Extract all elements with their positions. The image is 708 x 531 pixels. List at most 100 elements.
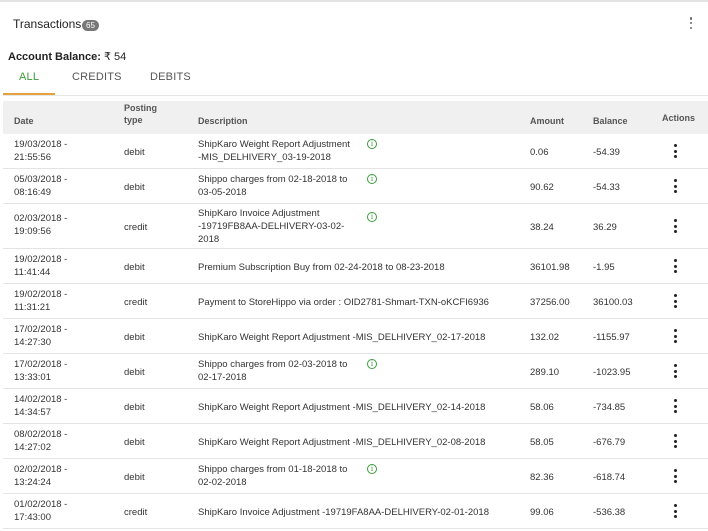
description-line: -19719FB8AA-DELHIVERY-03-02- [198,221,345,232]
info-icon[interactable]: i [367,464,377,474]
date-value: 08/02/2018 - [14,429,68,440]
date-cell: 19/02/2018 - 11:31:21 [14,288,94,314]
table-row: 19/02/2018 - 11:41:44 debit Premium Subscri… [3,249,708,284]
date-value: 17/02/2018 - [14,324,68,335]
posting-type-cell: debit [124,437,145,448]
description-line: 02-02-2018 [198,477,247,488]
description-cell: ShipKaro Weight Report Adjustment -MIS_D… [198,436,485,449]
tab-credits[interactable]: CREDITS [72,71,122,83]
description-line: ShipKaro Weight Report Adjustment -MIS_D… [198,437,486,448]
table-row: 08/02/2018 - 14:27:02 debit ShipKaro Weight… [3,424,708,459]
row-actions-more-icon[interactable] [670,364,680,378]
balance-cell: -1.95 [593,262,615,273]
description-cell: Shippo charges from 01-18-2018 to 02-02-2… [198,463,347,489]
table-row: 17/02/2018 - 14:27:30 debit ShipKaro Weight… [3,319,708,354]
time-value: 13:33:01 [14,372,51,383]
time-value: 19:09:56 [14,226,51,237]
balance-cell: -734.85 [593,402,626,413]
column-actions: Actions [662,113,696,123]
description-line: ShipKaro Weight Report Adjustment -MIS_D… [198,402,486,413]
balance-cell: -54.39 [593,147,620,158]
time-value: 11:41:44 [14,267,51,278]
date-cell: 14/02/2018 - 14:34:57 [14,393,94,419]
row-actions-more-icon[interactable] [670,294,680,308]
time-value: 14:34:57 [14,407,51,418]
date-cell: 05/03/2018 - 08:16:49 [14,173,94,199]
column-posting-type-line1: Posting [124,103,157,113]
row-actions-more-icon[interactable] [670,469,680,483]
amount-cell: 90.62 [530,182,554,193]
description-line: Shippo charges from 02-18-2018 to [198,174,348,185]
date-cell: 02/03/2018 - 19:09:56 [14,212,94,238]
time-value: 14:27:30 [14,337,51,348]
description-line: ShipKaro Weight Report Adjustment -MIS_D… [198,332,486,343]
date-value: 01/02/2018 - [14,499,68,510]
amount-cell: 0.06 [530,147,549,158]
row-actions-more-icon[interactable] [670,259,680,273]
posting-type-cell: debit [124,402,145,413]
description-line: -MIS_DELHIVERY_03-19-2018 [198,152,331,163]
time-value: 08:16:49 [14,187,51,198]
balance-cell: -536.38 [593,507,626,518]
amount-cell: 58.05 [530,437,554,448]
date-value: 19/03/2018 - [14,139,68,150]
transaction-count-badge: 65 [82,20,99,31]
amount-cell: 289.10 [530,367,560,378]
page-title: Transactions [13,17,82,31]
amount-cell: 58.06 [530,402,554,413]
description-cell: ShipKaro Weight Report Adjustment -MIS_DE… [198,138,350,164]
time-value: 13:24:24 [14,477,51,488]
row-actions-more-icon[interactable] [670,179,680,193]
row-actions-more-icon[interactable] [670,329,680,343]
transaction-tabs: ALL CREDITS DEBITS [3,64,708,96]
info-icon[interactable]: i [367,212,377,222]
date-cell: 08/02/2018 - 14:27:02 [14,428,94,454]
row-actions-more-icon[interactable] [670,434,680,448]
active-tab-indicator [3,93,55,95]
row-actions-more-icon[interactable] [670,504,680,518]
posting-type-cell: debit [124,182,145,193]
tab-debits[interactable]: DEBITS [150,71,191,83]
column-description: Description [198,116,248,126]
column-date: Date [14,116,34,126]
date-value: 02/03/2018 - [14,213,68,224]
tab-all[interactable]: ALL [19,71,39,83]
balance-cell: -676.79 [593,437,626,448]
row-actions-more-icon[interactable] [670,219,680,233]
date-cell: 17/02/2018 - 14:27:30 [14,323,94,349]
description-cell: Shippo charges from 02-18-2018 to 03-05-2… [198,173,347,199]
description-cell: ShipKaro Invoice Adjustment -19719FA8AA-… [198,506,489,519]
description-line: ShipKaro Invoice Adjustment [198,208,320,219]
description-cell: Premium Subscription Buy from 02-24-2018… [198,261,445,274]
date-cell: 17/02/2018 - 13:33:01 [14,358,94,384]
account-balance-value: ₹ 54 [103,51,127,63]
time-value: 11:31:21 [14,302,51,313]
row-actions-more-icon[interactable] [670,144,680,158]
time-value: 21:55:56 [14,152,51,163]
balance-cell: 36100.03 [593,297,633,308]
row-actions-more-icon[interactable] [670,399,680,413]
account-balance: Account Balance: ₹ 54 [8,50,126,63]
column-posting-type-line2: type [124,115,143,125]
posting-type-cell: debit [124,472,145,483]
info-icon[interactable]: i [367,359,377,369]
date-cell: 02/02/2018 - 13:24:24 [14,463,94,489]
info-icon[interactable]: i [367,174,377,184]
description-cell: Payment to StoreHippo via order : OID278… [198,296,489,309]
date-value: 19/02/2018 - [14,254,68,265]
info-icon[interactable]: i [367,139,377,149]
description-line: Shippo charges from 01-18-2018 to [198,464,348,475]
table-row: 05/03/2018 - 08:16:49 debit Shippo charges … [3,169,708,204]
account-balance-label: Account Balance: [8,51,101,63]
date-value: 19/02/2018 - [14,289,68,300]
balance-cell: -1023.95 [593,367,631,378]
date-value: 05/03/2018 - [14,174,68,185]
description-cell: ShipKaro Invoice Adjustment -19719FB8AA-D… [198,207,344,246]
table-row: 02/02/2018 - 13:24:24 debit Shippo charges … [3,459,708,494]
column-amount: Amount [530,116,564,126]
header-more-icon[interactable] [686,17,696,29]
description-line: 2018 [198,234,220,245]
balance-cell: -1155.97 [593,332,630,343]
description-cell: Shippo charges from 02-03-2018 to 02-17-2… [198,358,347,384]
description-line: ShipKaro Invoice Adjustment -19719FA8AA-… [198,507,489,518]
